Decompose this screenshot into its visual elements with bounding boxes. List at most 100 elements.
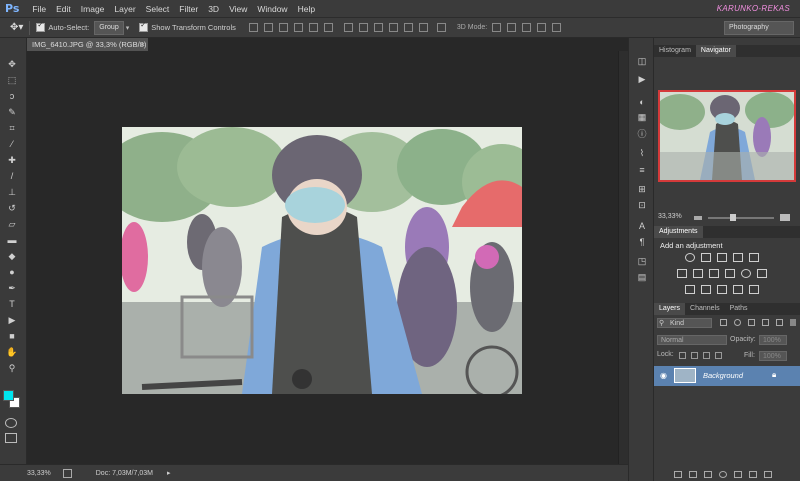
gradient-map-icon[interactable] bbox=[733, 285, 743, 294]
filter-toggle[interactable] bbox=[790, 319, 796, 326]
eyedropper-tool-icon[interactable]: ⁄ bbox=[5, 138, 19, 150]
brush-presets-icon[interactable]: ≡ bbox=[636, 164, 648, 175]
tool-presets-icon[interactable]: ⊡ bbox=[636, 200, 648, 211]
character-panel-icon[interactable]: A bbox=[636, 220, 648, 231]
photo-filter-icon[interactable] bbox=[725, 269, 735, 278]
new-layer-icon[interactable] bbox=[749, 471, 757, 478]
new-group-icon[interactable] bbox=[734, 471, 742, 478]
3d-slide-icon[interactable] bbox=[537, 23, 547, 32]
navigator-zoom[interactable]: 33,33% bbox=[658, 213, 682, 220]
clone-source-icon[interactable]: ⊞ bbox=[636, 184, 648, 195]
dodge-tool-icon[interactable]: ● bbox=[5, 266, 19, 278]
actions-panel-icon[interactable]: ▶ bbox=[636, 74, 648, 85]
tab-navigator[interactable]: Navigator bbox=[695, 45, 736, 57]
new-adjustment-layer-icon[interactable] bbox=[719, 471, 727, 478]
blur-tool-icon[interactable]: ◆ bbox=[5, 250, 19, 262]
brush-panel-icon[interactable]: ⌇ bbox=[636, 148, 648, 159]
zoom-slider[interactable] bbox=[708, 217, 774, 219]
color-lookup-icon[interactable] bbox=[757, 269, 767, 278]
distribute-vcenter-icon[interactable] bbox=[358, 23, 368, 32]
zoom-level[interactable]: 33,33% bbox=[27, 470, 51, 477]
move-tool-preset-icon[interactable]: ✥▾ bbox=[10, 22, 23, 33]
menu-view[interactable]: View bbox=[224, 4, 252, 14]
zoom-out-icon[interactable] bbox=[694, 216, 702, 220]
3d-drag-icon[interactable] bbox=[522, 23, 532, 32]
menu-3d[interactable]: 3D bbox=[203, 4, 224, 14]
distribute-top-icon[interactable] bbox=[343, 23, 353, 32]
lock-image-icon[interactable] bbox=[691, 352, 698, 359]
path-select-tool-icon[interactable]: ▶ bbox=[5, 314, 19, 326]
healing-brush-tool-icon[interactable]: ✚ bbox=[5, 154, 19, 166]
brightness-contrast-icon[interactable] bbox=[685, 253, 695, 262]
status-info-icon[interactable] bbox=[62, 468, 72, 478]
tab-paths[interactable]: Paths bbox=[725, 303, 753, 315]
notes-panel-icon[interactable]: ▤ bbox=[636, 272, 648, 283]
history-brush-tool-icon[interactable]: ↺ bbox=[5, 202, 19, 214]
lock-position-icon[interactable] bbox=[703, 352, 710, 359]
crop-tool-icon[interactable]: ⌗ bbox=[5, 122, 19, 134]
3d-rotate-icon[interactable] bbox=[492, 23, 502, 32]
color-panel-icon[interactable]: ◐ bbox=[636, 96, 648, 107]
align-left-icon[interactable] bbox=[293, 23, 303, 32]
screen-mode-icon[interactable] bbox=[5, 433, 17, 443]
blend-mode-select[interactable]: Normal bbox=[657, 335, 727, 345]
delete-layer-icon[interactable] bbox=[764, 471, 772, 478]
align-bottom-icon[interactable] bbox=[278, 23, 288, 32]
document-tab[interactable]: IMG_6410.JPG @ 33,3% (RGB/8) × bbox=[27, 38, 148, 51]
layer-style-icon[interactable] bbox=[689, 471, 697, 478]
zoom-slider-handle[interactable] bbox=[730, 214, 736, 221]
distribute-left-icon[interactable] bbox=[388, 23, 398, 32]
link-layers-icon[interactable] bbox=[674, 471, 682, 478]
curves-icon[interactable] bbox=[717, 253, 727, 262]
swatches-panel-icon[interactable]: ▦ bbox=[636, 112, 648, 123]
close-tab-icon[interactable]: × bbox=[141, 38, 145, 51]
align-hcenter-icon[interactable] bbox=[308, 23, 318, 32]
workspace-switcher[interactable]: Photography bbox=[724, 20, 794, 35]
color-balance-icon[interactable] bbox=[693, 269, 703, 278]
menu-help[interactable]: Help bbox=[293, 4, 320, 14]
tab-channels[interactable]: Channels bbox=[685, 303, 725, 315]
layer-comps-icon[interactable]: ◳ bbox=[636, 256, 648, 267]
shape-tool-icon[interactable]: ■ bbox=[5, 330, 19, 342]
gradient-tool-icon[interactable]: ▬ bbox=[5, 234, 19, 246]
show-transform-checkbox[interactable] bbox=[139, 21, 149, 32]
move-tool-icon[interactable]: ✥ bbox=[5, 58, 19, 70]
status-menu-arrow-icon[interactable]: ▸ bbox=[167, 469, 171, 477]
type-tool-icon[interactable]: T bbox=[5, 298, 19, 310]
layer-row[interactable]: ◉ Background 🔒︎ bbox=[654, 366, 800, 386]
vertical-scrollbar[interactable] bbox=[618, 51, 628, 464]
paragraph-panel-icon[interactable]: ¶ bbox=[636, 236, 648, 247]
menu-image[interactable]: Image bbox=[76, 4, 110, 14]
align-vcenter-icon[interactable] bbox=[263, 23, 273, 32]
tab-layers[interactable]: Layers bbox=[654, 303, 686, 315]
align-top-icon[interactable] bbox=[248, 23, 258, 32]
exposure-icon[interactable] bbox=[733, 253, 743, 262]
marquee-tool-icon[interactable]: ⬚ bbox=[5, 74, 19, 86]
menu-edit[interactable]: Edit bbox=[51, 4, 76, 14]
levels-icon[interactable] bbox=[701, 253, 711, 262]
distribute-hcenter-icon[interactable] bbox=[403, 23, 413, 32]
layer-name[interactable]: Background bbox=[703, 371, 743, 380]
tab-histogram[interactable]: Histogram bbox=[654, 45, 696, 57]
3d-roll-icon[interactable] bbox=[507, 23, 517, 32]
selective-color-icon[interactable] bbox=[749, 285, 759, 294]
filter-type-icon[interactable] bbox=[748, 319, 755, 326]
layer-filter-kind[interactable]: Kind bbox=[657, 318, 712, 328]
document-image[interactable] bbox=[122, 127, 522, 394]
lock-all-icon[interactable] bbox=[715, 352, 722, 359]
navigator-thumbnail[interactable] bbox=[658, 90, 796, 182]
threshold-icon[interactable] bbox=[717, 285, 727, 294]
align-right-icon[interactable] bbox=[323, 23, 333, 32]
quick-mask-icon[interactable] bbox=[5, 418, 17, 428]
3d-scale-icon[interactable] bbox=[552, 23, 562, 32]
foreground-color-swatch[interactable] bbox=[3, 390, 14, 401]
auto-align-icon[interactable] bbox=[436, 23, 446, 32]
pen-tool-icon[interactable]: ✒ bbox=[5, 282, 19, 294]
menu-file[interactable]: File bbox=[27, 4, 51, 14]
tab-adjustments[interactable]: Adjustments bbox=[654, 226, 703, 238]
filter-adjustment-icon[interactable] bbox=[734, 319, 741, 326]
black-white-icon[interactable] bbox=[709, 269, 719, 278]
fill-input[interactable]: 100% bbox=[759, 351, 787, 361]
info-panel-icon[interactable]: ⓘ bbox=[636, 128, 648, 139]
quick-select-tool-icon[interactable]: ✎ bbox=[5, 106, 19, 118]
